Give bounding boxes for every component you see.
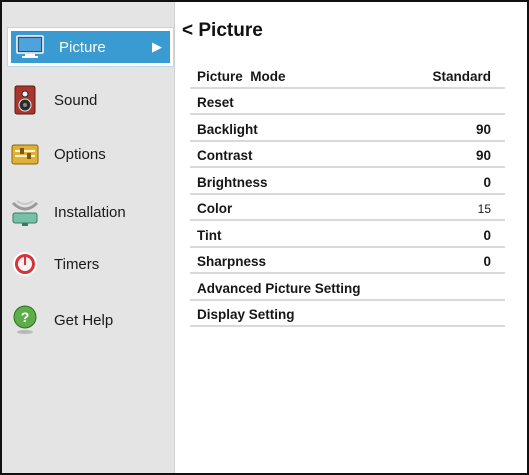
sidebar-item-label: Installation: [54, 203, 126, 221]
setting-value: 90: [475, 121, 491, 137]
sidebar-item-label: Get Help: [54, 311, 114, 329]
sidebar-item-label: Picture: [59, 38, 106, 56]
sidebar-item-installation[interactable]: Installation: [10, 192, 170, 232]
setting-label: Brightness: [197, 174, 268, 190]
setting-label: Advanced Picture Setting: [197, 280, 361, 296]
setting-brightness[interactable]: Brightness 0: [190, 168, 505, 195]
sidebar-item-label: Sound: [54, 91, 98, 109]
svg-text:?: ?: [21, 309, 30, 325]
sidebar-item-get-help[interactable]: ? Get Help: [10, 300, 170, 340]
setting-value: 0: [483, 227, 491, 243]
sidebar-item-options[interactable]: Options: [10, 134, 170, 174]
setting-reset[interactable]: Reset: [190, 89, 505, 115]
sidebar-item-label: Timers: [54, 255, 100, 273]
setting-value: 0: [483, 254, 491, 269]
setting-backlight[interactable]: Backlight 90: [190, 115, 505, 142]
timer-icon: [10, 249, 40, 279]
speaker-icon: [10, 85, 40, 115]
setting-label: Picture Mode: [197, 68, 286, 84]
monitor-icon: [15, 32, 45, 62]
setting-label: Backlight: [197, 121, 258, 137]
sidebar-item-timers[interactable]: Timers: [10, 244, 170, 284]
setting-picture-mode[interactable]: Picture Mode Standard: [190, 62, 505, 89]
setting-label: Reset: [197, 95, 234, 110]
sidebar-item-picture[interactable]: Picture ▶: [8, 28, 173, 66]
satellite-icon: [10, 197, 40, 227]
category-sidebar: Picture ▶ Sound Options Installation Tim…: [2, 2, 175, 473]
setting-value: 0: [483, 174, 491, 190]
setting-contrast[interactable]: Contrast 90: [190, 142, 505, 168]
tv-menu-screen: Picture ▶ Sound Options Installation Tim…: [0, 0, 529, 475]
options-icon: [10, 139, 40, 169]
setting-label: Display Setting: [197, 307, 295, 322]
setting-color[interactable]: Color 15: [190, 195, 505, 221]
setting-label: Color: [197, 201, 233, 216]
chevron-right-icon: ▶: [152, 39, 162, 54]
setting-display[interactable]: Display Setting: [190, 301, 505, 327]
setting-advanced-picture[interactable]: Advanced Picture Setting: [190, 274, 505, 301]
sidebar-item-label: Options: [54, 145, 106, 163]
page-title[interactable]: < Picture: [182, 20, 263, 42]
setting-value: Standard: [432, 68, 491, 84]
help-icon: ?: [10, 305, 40, 335]
settings-list: Picture Mode Standard Reset Backlight 90…: [190, 62, 505, 327]
setting-value: 15: [477, 202, 491, 216]
sidebar-item-sound[interactable]: Sound: [10, 80, 170, 120]
setting-value: 90: [475, 148, 491, 163]
setting-label: Contrast: [197, 148, 253, 163]
setting-tint[interactable]: Tint 0: [190, 221, 505, 248]
setting-label: Sharpness: [197, 254, 267, 269]
setting-sharpness[interactable]: Sharpness 0: [190, 248, 505, 274]
setting-label: Tint: [197, 227, 222, 243]
